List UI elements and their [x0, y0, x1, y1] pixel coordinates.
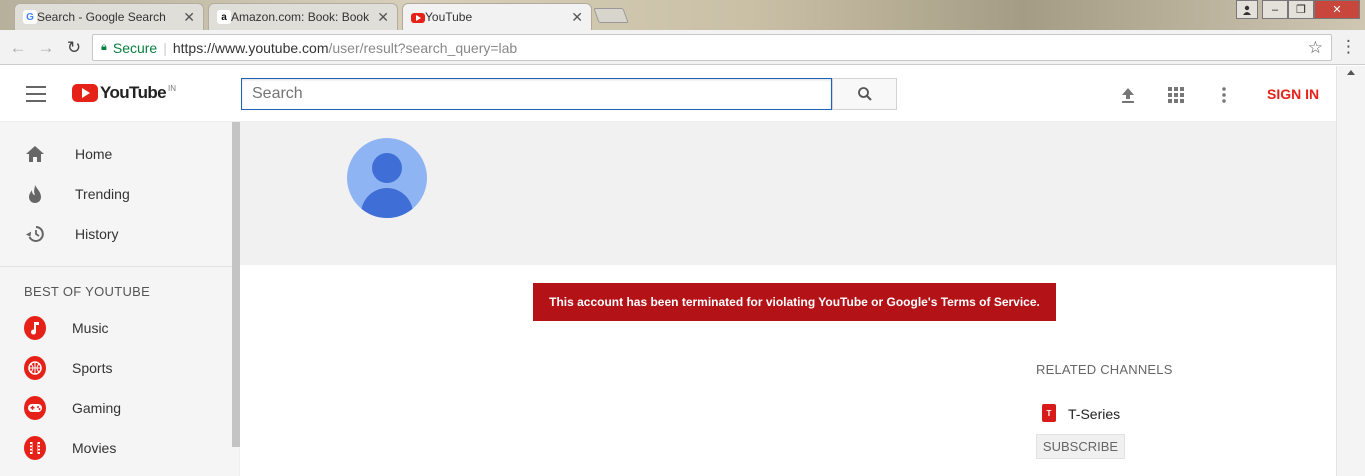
- amazon-icon: a: [217, 10, 231, 24]
- play-logo-icon: [72, 84, 98, 102]
- scroll-up-icon[interactable]: [1347, 70, 1355, 75]
- sidebar-item-music[interactable]: Music: [0, 308, 232, 348]
- youtube-logo[interactable]: YouTube IN: [72, 83, 176, 103]
- movies-icon: [24, 436, 46, 460]
- restore-button[interactable]: ❐: [1288, 0, 1314, 19]
- upload-icon[interactable]: [1117, 84, 1139, 106]
- close-tab-icon[interactable]: ✕: [377, 9, 389, 26]
- more-options-icon[interactable]: [1213, 84, 1235, 106]
- subscribe-button[interactable]: SUBSCRIBE: [1036, 434, 1125, 459]
- logo-text: YouTube: [100, 83, 167, 102]
- avatar-head: [372, 153, 402, 183]
- tab-google-search[interactable]: G Search - Google Search ✕: [14, 3, 204, 30]
- sidebar-item-label: Sports: [72, 360, 113, 376]
- t-series-channel-icon[interactable]: T: [1042, 404, 1056, 422]
- account-terminated-banner: This account has been terminated for vio…: [533, 283, 1056, 321]
- sidebar-item-label: Movies: [72, 440, 117, 456]
- avatar-body: [361, 188, 413, 218]
- user-profile-icon[interactable]: [1236, 0, 1258, 19]
- sign-in-button[interactable]: SIGN IN: [1267, 86, 1319, 102]
- close-tab-icon[interactable]: ✕: [183, 9, 195, 26]
- gaming-icon: [24, 396, 46, 420]
- sidebar-item-history[interactable]: History: [0, 214, 232, 254]
- chrome-menu-icon[interactable]: ⋮: [1340, 38, 1357, 56]
- divider: |: [163, 39, 167, 56]
- search-icon: [857, 87, 872, 101]
- sidebar-item-trending[interactable]: Trending: [0, 174, 232, 214]
- related-channels-title: RELATED CHANNELS: [1036, 362, 1173, 377]
- browser-tabstrip: G Search - Google Search ✕ a Amazon.com:…: [0, 0, 1365, 30]
- search-input[interactable]: [241, 78, 832, 110]
- sidebar-item-label: History: [75, 226, 119, 242]
- sidebar-divider: [0, 266, 232, 267]
- sidebar-item-movies[interactable]: Movies: [0, 428, 232, 468]
- tab-title: YouTube: [425, 10, 473, 24]
- minimize-button[interactable]: –: [1262, 0, 1288, 19]
- tab-youtube[interactable]: YouTube ✕: [402, 3, 592, 30]
- channel-avatar: [347, 138, 427, 218]
- back-icon[interactable]: ←: [8, 38, 28, 58]
- tab-title: Amazon.com: Book: Book: [231, 10, 370, 24]
- sidebar-item-home[interactable]: Home: [0, 134, 232, 174]
- related-channel-name[interactable]: T-Series: [1068, 406, 1120, 422]
- sidebar-item-label: Gaming: [72, 400, 122, 416]
- url-path: /user/result?search_query=lab: [328, 39, 518, 56]
- reload-icon[interactable]: ↻: [64, 38, 84, 58]
- sidebar-scrollbar[interactable]: [232, 122, 240, 447]
- sidebar-item-label: Home: [75, 146, 113, 162]
- tab-title: Search - Google Search: [37, 10, 166, 24]
- close-window-button[interactable]: ✕: [1314, 0, 1360, 19]
- new-tab-button[interactable]: [593, 8, 629, 23]
- page-scrollbar[interactable]: [1336, 66, 1365, 476]
- lock-icon: 🔒︎: [101, 41, 107, 53]
- google-icon: G: [23, 10, 37, 24]
- sidebar-item-label: Trending: [75, 186, 130, 202]
- apps-grid-icon[interactable]: [1165, 84, 1187, 106]
- sidebar-item-gaming[interactable]: Gaming: [0, 388, 232, 428]
- secure-label: Secure: [112, 39, 158, 56]
- youtube-icon: [411, 13, 425, 23]
- tab-amazon[interactable]: a Amazon.com: Book: Book ✕: [208, 3, 398, 30]
- address-bar[interactable]: 🔒︎ Secure | https://www.youtube.com/user…: [92, 34, 1332, 61]
- url-host: https://www.youtube.com: [172, 39, 329, 56]
- close-tab-icon[interactable]: ✕: [571, 9, 583, 26]
- music-icon: [24, 316, 46, 340]
- sports-icon: [24, 356, 46, 380]
- forward-icon[interactable]: →: [36, 38, 56, 58]
- flame-icon: [24, 183, 46, 205]
- home-icon: [24, 143, 46, 165]
- search-button[interactable]: [832, 78, 897, 110]
- sidebar-section-title: BEST OF YOUTUBE: [24, 284, 151, 299]
- country-code: IN: [168, 83, 176, 93]
- sidebar-item-label: Music: [72, 320, 109, 336]
- browser-toolbar: ← → ↻ 🔒︎ Secure | https://www.youtube.co…: [0, 30, 1365, 65]
- sidebar-item-sports[interactable]: Sports: [0, 348, 232, 388]
- bookmark-star-icon[interactable]: ☆: [1308, 38, 1323, 58]
- history-icon: [24, 223, 46, 245]
- youtube-header: YouTube IN SIGN IN: [0, 66, 1365, 122]
- hamburger-menu-icon[interactable]: [26, 86, 46, 102]
